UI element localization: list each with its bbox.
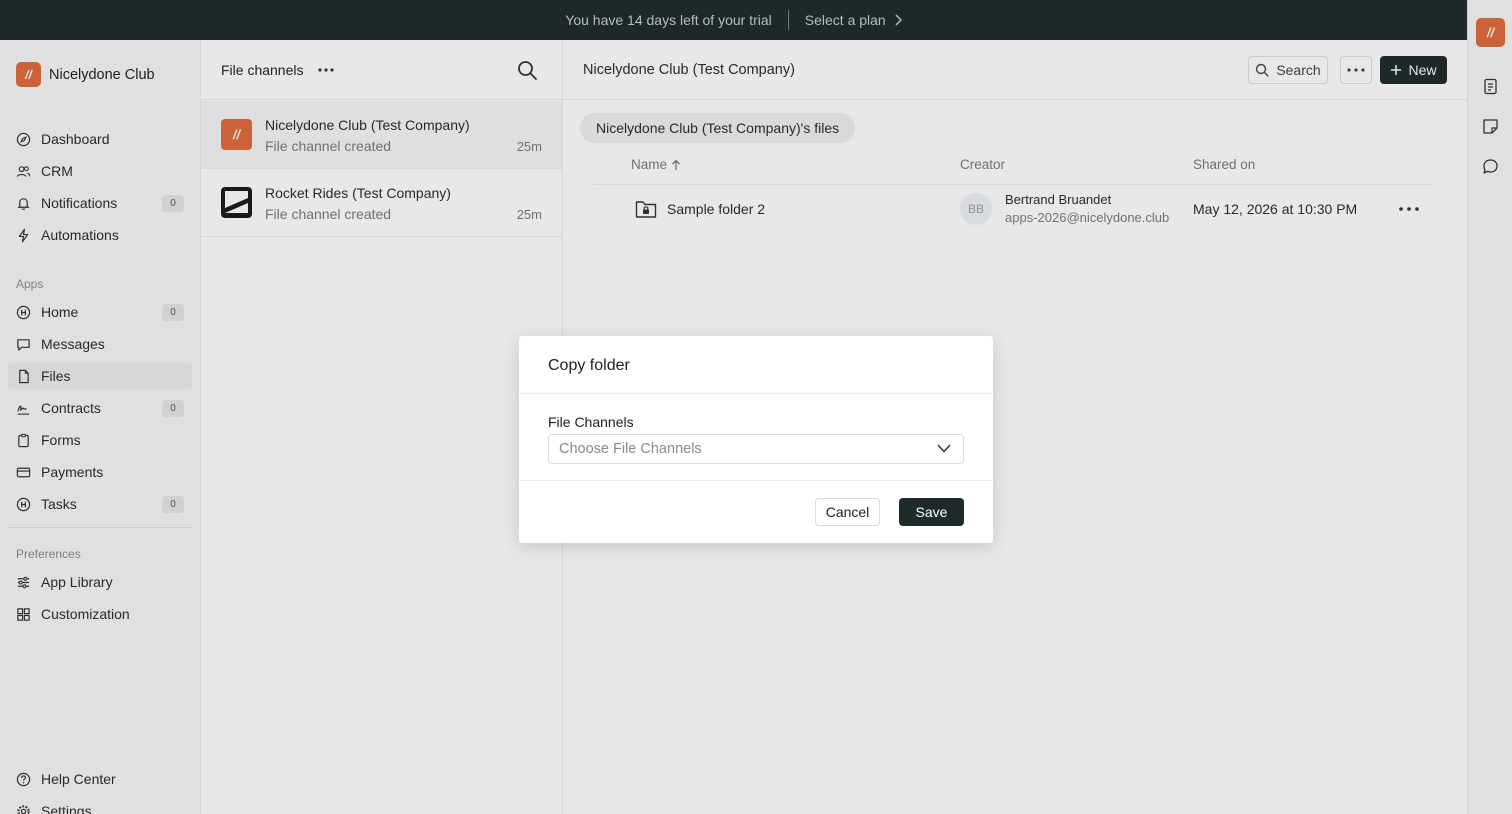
file-channels-select[interactable]: Choose File Channels <box>548 434 964 464</box>
dialog-divider <box>519 480 993 481</box>
dialog-title: Copy folder <box>548 357 630 374</box>
select-placeholder: Choose File Channels <box>559 441 702 457</box>
save-button[interactable]: Save <box>899 498 964 526</box>
copy-folder-dialog: Copy folder File Channels Choose File Ch… <box>519 336 993 543</box>
dialog-divider <box>519 393 993 394</box>
chevron-down-icon <box>937 444 951 453</box>
file-channels-label: File Channels <box>548 414 634 430</box>
cancel-button[interactable]: Cancel <box>815 498 880 526</box>
